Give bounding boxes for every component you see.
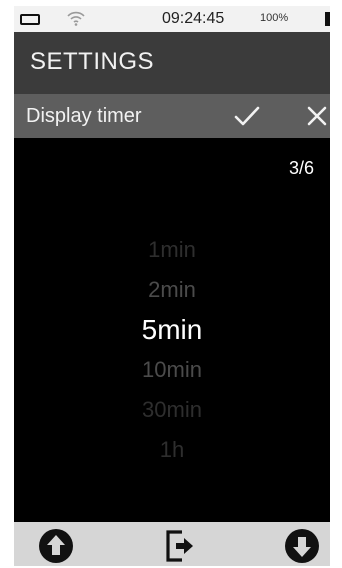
- close-icon: [307, 106, 327, 126]
- option-item[interactable]: 2min: [14, 270, 330, 310]
- arrow-down-circle-icon: [285, 529, 319, 563]
- option-item[interactable]: 10min: [14, 350, 330, 390]
- arrow-up-circle-icon: [39, 529, 73, 563]
- checkmark-icon: [234, 106, 260, 126]
- setting-name: Display timer: [26, 105, 142, 127]
- status-edge-marker: [325, 12, 330, 26]
- option-list[interactable]: 1min 2min 5min 10min 30min 1h: [14, 230, 330, 470]
- footer-bar: [14, 522, 330, 566]
- battery-percent: 100%: [260, 12, 289, 24]
- exit-door-icon: [166, 530, 193, 562]
- device-screen: 09:24:45 100% SETTINGS Display timer 3/6…: [14, 6, 330, 566]
- status-time: 09:24:45: [162, 10, 225, 27]
- scroll-down-button[interactable]: [284, 528, 320, 564]
- option-item[interactable]: 30min: [14, 390, 330, 430]
- status-bar: 09:24:45 100%: [14, 6, 330, 32]
- close-button[interactable]: [304, 102, 330, 130]
- option-item[interactable]: 1h: [14, 430, 330, 470]
- exit-button[interactable]: [162, 528, 198, 564]
- option-selected[interactable]: 5min: [14, 310, 330, 350]
- page-indicator: 3/6: [288, 158, 314, 178]
- wifi-icon: [67, 11, 85, 26]
- option-item[interactable]: 1min: [14, 230, 330, 270]
- picker-panel: 3/6 1min 2min 5min 10min 30min 1h: [14, 138, 330, 522]
- battery-icon: [20, 14, 40, 25]
- scroll-up-button[interactable]: [38, 528, 74, 564]
- page-title: SETTINGS: [30, 48, 155, 75]
- setting-header: Display timer: [14, 94, 330, 138]
- title-bar: SETTINGS: [14, 32, 330, 94]
- confirm-button[interactable]: [232, 102, 262, 130]
